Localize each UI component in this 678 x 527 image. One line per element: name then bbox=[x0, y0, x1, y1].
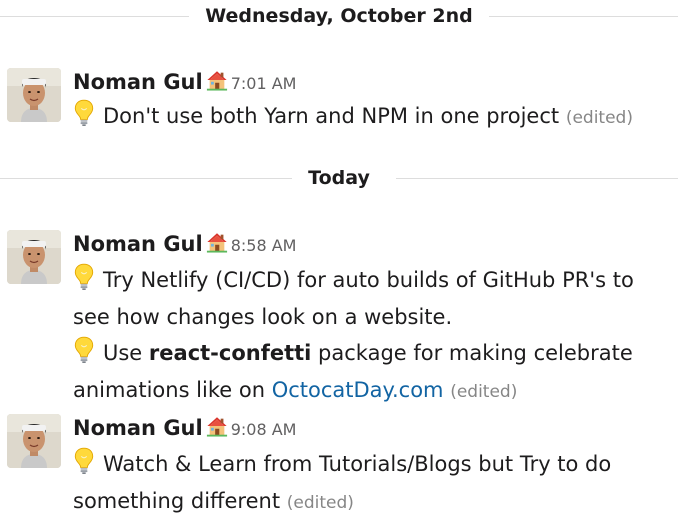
message-group: Noman Gul 9:08 AM Watch & Learn from Tuto… bbox=[0, 414, 678, 524]
lightbulb-icon bbox=[73, 263, 95, 301]
message-text: Try Netlify (CI/CD) for auto builds of G… bbox=[73, 263, 673, 334]
date-divider-label[interactable]: Wednesday, October 2nd bbox=[189, 5, 489, 27]
timestamp[interactable]: 9:08 AM bbox=[231, 420, 297, 439]
octocatday-link[interactable]: OctocatDay.com bbox=[272, 378, 444, 402]
message-group: Noman Gul 8:58 AM Try Netlify (CI/CD) for… bbox=[0, 230, 678, 405]
author-name[interactable]: Noman Gul bbox=[73, 232, 203, 256]
message-text: Don't use both Yarn and NPM in one proje… bbox=[73, 99, 673, 137]
message-text: Use react-confetti package for making ce… bbox=[73, 336, 673, 409]
lightbulb-icon bbox=[73, 447, 95, 485]
message-header: Noman Gul 9:08 AM bbox=[73, 414, 296, 442]
message-header: Noman Gul 8:58 AM bbox=[73, 230, 296, 258]
message-text: Watch & Learn from Tutorials/Blogs but T… bbox=[73, 447, 673, 520]
author-name[interactable]: Noman Gul bbox=[73, 70, 203, 94]
date-divider-label[interactable]: Today bbox=[292, 167, 386, 189]
author-name[interactable]: Noman Gul bbox=[73, 416, 203, 440]
avatar[interactable] bbox=[7, 68, 61, 122]
lightbulb-icon bbox=[73, 336, 95, 374]
house-icon[interactable] bbox=[206, 231, 228, 257]
edited-label: (edited) bbox=[286, 493, 354, 513]
timestamp[interactable]: 7:01 AM bbox=[231, 74, 297, 93]
avatar[interactable] bbox=[7, 230, 61, 284]
edited-label: (edited) bbox=[450, 382, 518, 402]
edited-label: (edited) bbox=[565, 108, 633, 128]
avatar[interactable] bbox=[7, 414, 61, 468]
code-package-name: react-confetti bbox=[148, 341, 312, 365]
date-divider-today: Today bbox=[0, 167, 678, 189]
timestamp[interactable]: 8:58 AM bbox=[231, 236, 297, 255]
house-icon[interactable] bbox=[206, 69, 228, 95]
house-icon[interactable] bbox=[206, 415, 228, 441]
lightbulb-icon bbox=[73, 99, 95, 137]
date-divider-wednesday: Wednesday, October 2nd bbox=[0, 5, 678, 27]
message-header: Noman Gul 7:01 AM bbox=[73, 68, 296, 96]
message-group: Noman Gul 7:01 AM Don't use both Yarn and… bbox=[0, 68, 678, 138]
